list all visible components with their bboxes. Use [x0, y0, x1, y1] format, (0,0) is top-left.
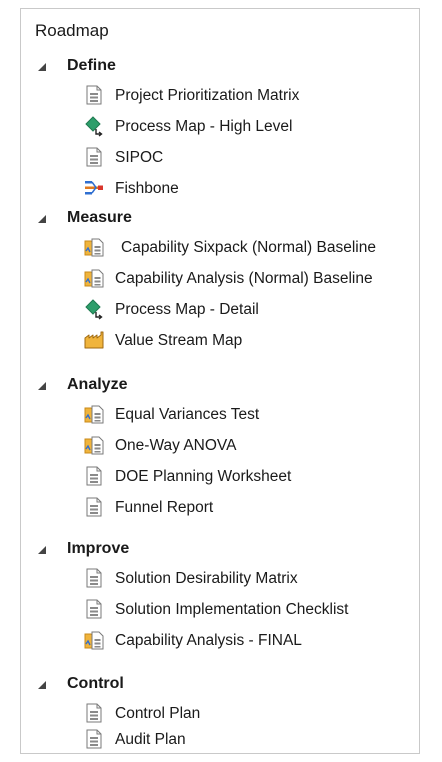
- tree-item-label: Project Prioritization Matrix: [115, 87, 300, 104]
- form-icon: [83, 146, 105, 168]
- tree-item-doe-planning-worksheet[interactable]: DOE Planning Worksheet: [21, 462, 419, 492]
- tree-item-fishbone[interactable]: Fishbone: [21, 174, 419, 204]
- roadmap-title: Roadmap: [35, 21, 109, 40]
- tree-item-label: Control Plan: [115, 705, 201, 722]
- form-icon: [83, 567, 105, 589]
- tree-item-label: Audit Plan: [115, 731, 186, 748]
- tree-item-solution-implementation-checklist[interactable]: Solution Implementation Checklist: [21, 595, 419, 625]
- tree-item-audit-plan[interactable]: Audit Plan: [21, 725, 419, 755]
- form-icon: [83, 84, 105, 106]
- analysis-icon: [83, 267, 105, 289]
- tree-item-label: Capability Analysis - FINAL: [115, 632, 302, 649]
- phase-label: Improve: [67, 540, 130, 557]
- tree-item-sipoc[interactable]: SIPOC: [21, 143, 419, 173]
- analysis-icon: [83, 434, 105, 456]
- tree-item-label: Solution Implementation Checklist: [115, 601, 349, 618]
- tree-item-label: Funnel Report: [115, 499, 214, 516]
- tree-item-label: SIPOC: [115, 149, 164, 166]
- form-icon: [83, 598, 105, 620]
- tree-item-process-map-high-level[interactable]: Process Map - High Level: [21, 112, 419, 142]
- tree-item-label: Process Map - High Level: [115, 118, 293, 135]
- value-stream-icon: [83, 329, 105, 351]
- analysis-icon: [83, 629, 105, 651]
- phase-label: Control: [67, 675, 124, 692]
- phase-analyze[interactable]: Analyze: [21, 372, 419, 400]
- phase-label: Measure: [67, 209, 132, 226]
- tree-item-funnel-report[interactable]: Funnel Report: [21, 493, 419, 523]
- tree-item-label: Solution Desirability Matrix: [115, 570, 298, 587]
- tree-item-label: Capability Analysis (Normal) Baseline: [115, 270, 373, 287]
- tree-item-label: Value Stream Map: [115, 332, 243, 349]
- tree-item-label: Equal Variances Test: [115, 406, 260, 423]
- tree-item-equal-variances-test[interactable]: Equal Variances Test: [21, 400, 419, 430]
- tree-item-label: One-Way ANOVA: [115, 437, 237, 454]
- phase-label: Define: [67, 57, 116, 74]
- tree-item-capability-analysis-baseline[interactable]: Capability Analysis (Normal) Baseline: [21, 264, 419, 294]
- tree-item-label: DOE Planning Worksheet: [115, 468, 292, 485]
- tree-item-capability-analysis-final[interactable]: Capability Analysis - FINAL: [21, 626, 419, 656]
- form-icon: [83, 496, 105, 518]
- fishbone-icon: [83, 177, 105, 199]
- analysis-icon: [83, 236, 105, 258]
- phase-measure[interactable]: Measure: [21, 205, 419, 233]
- form-icon: [83, 728, 105, 750]
- phase-improve[interactable]: Improve: [21, 536, 419, 564]
- analysis-icon: [83, 403, 105, 425]
- process-map-icon: [83, 298, 105, 320]
- roadmap-tree-panel: Roadmap Define Project Prioritization Ma…: [20, 8, 420, 754]
- tree-item-value-stream-map[interactable]: Value Stream Map: [21, 326, 419, 356]
- tree-item-label: Capability Sixpack (Normal) Baseline: [121, 239, 376, 256]
- tree-item-solution-desirability-matrix[interactable]: Solution Desirability Matrix: [21, 564, 419, 594]
- phase-label: Analyze: [67, 376, 128, 393]
- tree-item-process-map-detail[interactable]: Process Map - Detail: [21, 295, 419, 325]
- tree-item-label: Fishbone: [115, 180, 179, 197]
- phase-define[interactable]: Define: [21, 53, 419, 81]
- process-map-icon: [83, 115, 105, 137]
- tree-item-one-way-anova[interactable]: One-Way ANOVA: [21, 431, 419, 461]
- phase-control[interactable]: Control: [21, 671, 419, 699]
- tree-item-project-prioritization-matrix[interactable]: Project Prioritization Matrix: [21, 81, 419, 111]
- tree-item-label: Process Map - Detail: [115, 301, 259, 318]
- form-icon: [83, 702, 105, 724]
- form-icon: [83, 465, 105, 487]
- tree-item-capability-sixpack-baseline[interactable]: Capability Sixpack (Normal) Baseline: [21, 233, 419, 263]
